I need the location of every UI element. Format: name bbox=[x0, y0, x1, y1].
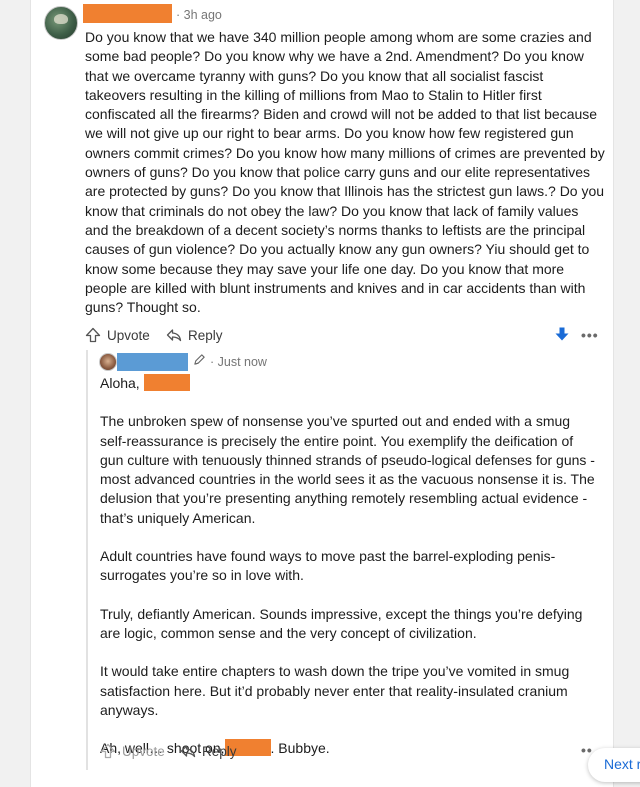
reply-paragraph: The unbroken spew of nonsense you’ve spu… bbox=[100, 413, 595, 526]
more-options-icon[interactable]: ••• bbox=[581, 327, 599, 343]
upvote-arrow-icon bbox=[85, 327, 101, 343]
reply-paragraph: Adult countries have found ways to move … bbox=[100, 548, 556, 584]
upvote-arrow-icon bbox=[100, 743, 116, 759]
next-reply-button[interactable]: Next r bbox=[588, 748, 640, 782]
upvote-button[interactable]: Upvote bbox=[85, 327, 150, 343]
greeting-name-redacted bbox=[143, 374, 190, 391]
reply-timestamp: · Just now bbox=[210, 355, 267, 369]
reply-reply-label: Reply bbox=[202, 743, 237, 759]
reply-arrow-icon bbox=[180, 745, 196, 758]
reply-text: Aloha, The unbroken spew of nonsense you… bbox=[100, 374, 600, 777]
reply-upvote-button[interactable]: Upvote bbox=[100, 743, 165, 759]
thread-line bbox=[86, 350, 88, 770]
downvote-arrow-icon[interactable] bbox=[554, 326, 570, 342]
reply-paragraph: It would take entire chapters to wash do… bbox=[100, 663, 570, 718]
replier-name-redacted[interactable] bbox=[117, 353, 188, 371]
reply-button[interactable]: Reply bbox=[166, 327, 223, 343]
reply-arrow-icon bbox=[166, 329, 182, 342]
reply-upvote-label: Upvote bbox=[122, 743, 165, 759]
upvote-label: Upvote bbox=[107, 327, 150, 343]
pencil-edit-icon bbox=[194, 354, 205, 365]
greeting-text: Aloha, bbox=[100, 375, 140, 391]
reply-paragraph: Truly, defiantly American. Sounds impres… bbox=[100, 605, 583, 641]
commenter-name-redacted[interactable] bbox=[83, 4, 172, 23]
reply-reply-button[interactable]: Reply bbox=[180, 743, 237, 759]
replier-avatar[interactable] bbox=[99, 353, 117, 371]
reply-label: Reply bbox=[188, 327, 223, 343]
comment-timestamp: · 3h ago bbox=[176, 8, 222, 22]
commenter-avatar[interactable] bbox=[44, 6, 78, 40]
reply-greeting: Aloha, bbox=[100, 374, 600, 393]
reply-closing: Ah, well… shoot on,. Bubbye. bbox=[100, 739, 600, 758]
comment-text: Do you know that we have 340 million peo… bbox=[85, 29, 605, 316]
closing-end: . Bubbye. bbox=[270, 740, 330, 757]
